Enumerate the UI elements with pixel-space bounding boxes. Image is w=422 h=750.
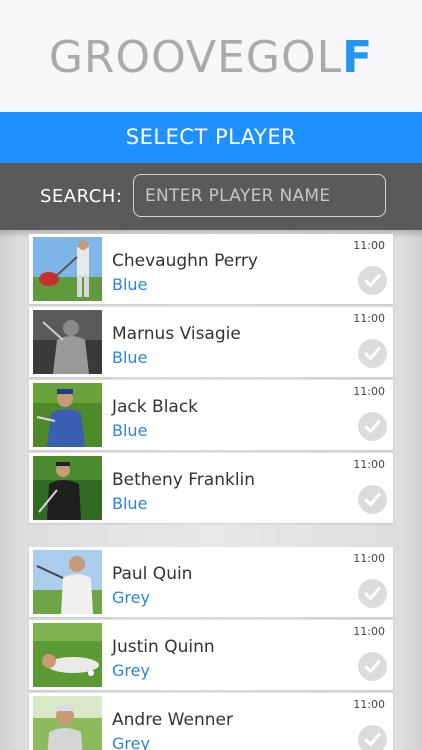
page-title-bar: SELECT PLAYER: [0, 112, 422, 163]
search-bar: SEARCH:: [0, 163, 422, 230]
tee-time: 11:00: [353, 385, 385, 398]
player-row[interactable]: Betheny Franklin Blue 11:00: [29, 453, 393, 523]
check-icon[interactable]: [358, 579, 387, 608]
player-photo: [33, 550, 102, 614]
check-icon[interactable]: [358, 725, 387, 750]
page-title: SELECT PLAYER: [125, 125, 297, 149]
player-name: Chevaughn Perry: [112, 251, 258, 271]
logo-accent-letter: F: [342, 32, 374, 83]
player-photo: [33, 383, 102, 447]
player-group: Grey: [112, 734, 150, 750]
player-row[interactable]: Jack Black Blue 11:00: [29, 380, 393, 450]
player-list[interactable]: Chevaughn Perry Blue 11:00 Marnus Visagi…: [0, 230, 422, 750]
tee-time: 11:00: [353, 552, 385, 565]
tee-time: 11:00: [353, 625, 385, 638]
tee-time: 11:00: [353, 312, 385, 325]
player-name: Jack Black: [112, 397, 199, 417]
check-icon[interactable]: [358, 652, 387, 681]
search-label: SEARCH:: [40, 186, 123, 207]
player-search-input[interactable]: [133, 174, 386, 217]
player-photo: [33, 310, 102, 374]
player-name: Marnus Visagie: [112, 324, 241, 344]
logo-text: GROOVEGOL: [48, 32, 343, 83]
player-photo: [33, 456, 102, 520]
player-row[interactable]: Andre Wenner Grey 11:00: [29, 693, 393, 750]
player-row[interactable]: Marnus Visagie Blue 11:00: [29, 307, 393, 377]
check-icon[interactable]: [358, 485, 387, 514]
player-photo: [33, 696, 102, 750]
player-photo: [33, 623, 102, 687]
player-name: Andre Wenner: [112, 710, 233, 730]
player-row[interactable]: Paul Quin Grey 11:00: [29, 547, 393, 617]
player-group: Grey: [112, 661, 150, 680]
player-row[interactable]: Chevaughn Perry Blue 11:00: [29, 234, 393, 304]
player-group: Blue: [112, 275, 148, 294]
tee-time: 11:00: [353, 698, 385, 711]
app-header: GROOVEGOLF: [0, 0, 422, 112]
check-icon[interactable]: [358, 412, 387, 441]
player-row[interactable]: Justin Quinn Grey 11:00: [29, 620, 393, 690]
player-name: Justin Quinn: [112, 637, 215, 657]
player-name: Betheny Franklin: [112, 470, 256, 490]
player-group: Blue: [112, 421, 148, 440]
check-icon[interactable]: [358, 266, 387, 295]
player-name: Paul Quin: [112, 564, 193, 584]
player-group: Blue: [112, 494, 148, 513]
player-group: Blue: [112, 348, 148, 367]
player-group: Grey: [112, 588, 150, 607]
groovegolf-logo: GROOVEGOLF: [0, 32, 422, 83]
tee-time: 11:00: [353, 458, 385, 471]
tee-time: 11:00: [353, 239, 385, 252]
check-icon[interactable]: [358, 339, 387, 368]
player-photo: [33, 237, 102, 301]
